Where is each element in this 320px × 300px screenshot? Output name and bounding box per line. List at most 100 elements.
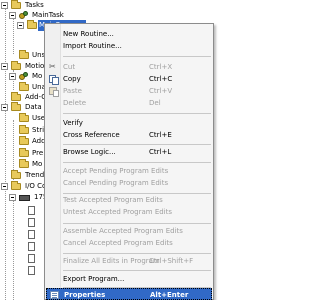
tree-connector-line — [13, 196, 14, 300]
tree-item-label: Pre — [32, 149, 44, 157]
tree-item-strings[interactable]: Strin — [0, 125, 49, 136]
tree-item-module-defined[interactable]: Mo — [0, 159, 43, 170]
folder-icon — [11, 61, 21, 70]
menu-item-label: Cut — [63, 63, 76, 71]
properties-icon — [50, 291, 59, 299]
module-icon[interactable] — [28, 206, 35, 215]
menu-separator — [63, 270, 211, 271]
folder-icon — [19, 113, 29, 122]
menu-separator — [63, 144, 211, 145]
tree-item-label: Mo — [32, 72, 43, 80]
collapse-icon[interactable] — [1, 2, 8, 9]
menu-item-browse-logic[interactable]: Browse Logic... Ctrl+L — [46, 146, 212, 158]
menu-item-label: Finalize All Edits in Program — [63, 257, 160, 265]
menu-item-finalize-all-edits[interactable]: Finalize All Edits in Program Ctrl+Shift… — [46, 255, 212, 267]
collapse-icon[interactable] — [9, 194, 16, 201]
menu-item-shortcut: Alt+Enter — [150, 291, 189, 299]
folder-icon — [19, 125, 29, 134]
menu-separator — [63, 253, 211, 254]
tree-item-motion-group[interactable]: Mo — [0, 71, 43, 82]
folder-icon — [11, 0, 21, 9]
module-icon[interactable] — [28, 230, 35, 239]
menu-separator — [63, 223, 211, 224]
menu-item-label: Verify — [63, 119, 83, 127]
menu-item-label: Import Routine... — [63, 42, 122, 50]
menu-separator — [63, 162, 211, 163]
menu-item-label: Properties — [64, 291, 106, 299]
collapse-icon[interactable] — [9, 12, 16, 19]
chassis-icon — [19, 195, 30, 201]
menu-item-label: Cancel Accepted Program Edits — [63, 239, 173, 247]
program-folder-icon — [27, 20, 37, 29]
menu-item-shortcut: Del — [149, 99, 161, 107]
menu-item-test-accepted-edits[interactable]: Test Accepted Program Edits — [46, 194, 212, 206]
tree-item-user-defined[interactable]: Use — [0, 113, 46, 124]
menu-item-label: Copy — [63, 75, 81, 83]
module-icon[interactable] — [28, 242, 35, 251]
program-context-menu: New Routine... Import Routine... ✂ Cut C… — [44, 23, 214, 300]
collapse-icon[interactable] — [17, 22, 24, 29]
menu-item-shortcut: Ctrl+Shift+F — [149, 257, 194, 265]
menu-item-untest-accepted-edits[interactable]: Untest Accepted Program Edits — [46, 206, 212, 218]
menu-item-shortcut: Ctrl+E — [149, 131, 172, 139]
module-icon[interactable] — [28, 266, 35, 275]
collapse-icon[interactable] — [1, 183, 8, 190]
folder-icon — [19, 82, 29, 91]
menu-item-cut[interactable]: ✂ Cut Ctrl+X — [46, 61, 212, 73]
tree-item-unscheduled[interactable]: Uns — [0, 50, 46, 61]
menu-item-label: Cross Reference — [63, 131, 120, 139]
menu-item-export-program[interactable]: Export Program... — [46, 273, 212, 285]
paste-icon — [49, 87, 59, 97]
menu-item-label: Delete — [63, 99, 86, 107]
motion-group-icon — [19, 72, 29, 81]
menu-item-shortcut: Ctrl+C — [149, 75, 173, 83]
menu-item-label: Paste — [63, 87, 82, 95]
tree-item-add-on-defined[interactable]: Add — [0, 136, 47, 147]
menu-separator — [63, 56, 211, 57]
menu-item-cancel-accepted-edits[interactable]: Cancel Accepted Program Edits — [46, 237, 212, 249]
menu-item-label: Export Program... — [63, 275, 125, 283]
module-icon[interactable] — [28, 254, 35, 263]
folder-icon — [19, 159, 29, 168]
task-icon — [19, 11, 29, 20]
folder-icon — [11, 181, 21, 190]
menu-item-cross-reference[interactable]: Cross Reference Ctrl+E — [46, 129, 212, 141]
module-icon[interactable] — [28, 218, 35, 227]
menu-item-delete[interactable]: Delete Del — [46, 97, 212, 109]
menu-item-accept-pending-edits[interactable]: Accept Pending Program Edits — [46, 165, 212, 177]
tree-item-chassis[interactable]: 175 — [0, 192, 48, 203]
menu-item-import-routine[interactable]: Import Routine... — [46, 40, 212, 52]
menu-item-paste[interactable]: Paste Ctrl+V — [46, 85, 212, 97]
tree-item-data-types[interactable]: Data T — [0, 102, 49, 113]
folder-icon — [19, 50, 29, 59]
menu-item-verify[interactable]: Verify — [46, 117, 212, 129]
tree-item-label: Mo — [32, 160, 43, 168]
cut-icon: ✂ — [49, 62, 56, 71]
menu-item-assemble-accepted-edits[interactable]: Assemble Accepted Program Edits — [46, 225, 212, 237]
menu-item-cancel-pending-edits[interactable]: Cancel Pending Program Edits — [46, 177, 212, 189]
tree-item-predefined[interactable]: Pre — [0, 148, 44, 159]
copy-icon — [49, 75, 59, 85]
collapse-icon[interactable] — [9, 73, 16, 80]
folder-icon — [11, 92, 21, 101]
menu-item-label: Browse Logic... — [63, 148, 116, 156]
folder-icon — [11, 170, 21, 179]
collapse-icon[interactable] — [1, 104, 8, 111]
folder-icon — [19, 136, 29, 145]
menu-item-new-routine[interactable]: New Routine... — [46, 28, 212, 40]
menu-item-shortcut: Ctrl+V — [149, 87, 173, 95]
menu-item-properties[interactable]: Properties Alt+Enter — [46, 288, 212, 300]
menu-item-label: Untest Accepted Program Edits — [63, 208, 173, 216]
menu-item-copy[interactable]: Copy Ctrl+C — [46, 73, 212, 85]
tree-item-trends[interactable]: Trends — [0, 170, 49, 181]
menu-item-label: Cancel Pending Program Edits — [63, 179, 169, 187]
menu-item-shortcut: Ctrl+L — [149, 148, 172, 156]
menu-item-shortcut: Ctrl+X — [149, 63, 173, 71]
menu-item-label: Test Accepted Program Edits — [63, 196, 163, 204]
menu-item-label: Accept Pending Program Edits — [63, 167, 169, 175]
collapse-icon[interactable] — [1, 63, 8, 70]
folder-icon — [19, 148, 29, 157]
tree-item-io-configuration[interactable]: I/O Co — [0, 181, 47, 192]
menu-item-label: New Routine... — [63, 30, 114, 38]
folder-icon — [11, 102, 21, 111]
